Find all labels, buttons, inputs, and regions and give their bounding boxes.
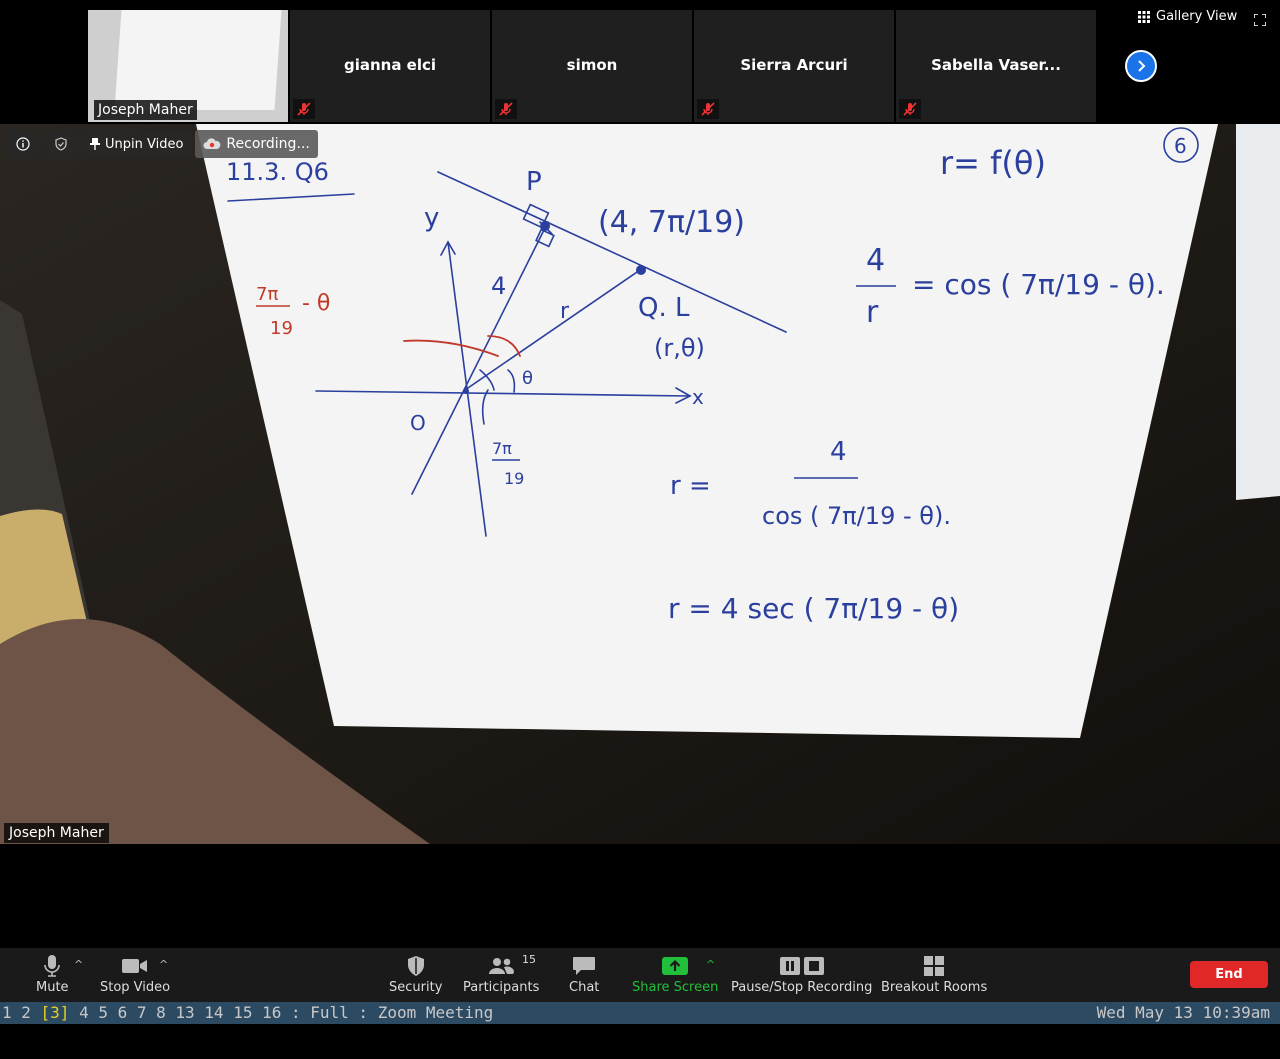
whiteboard-drawing: 11.3. Q6 r= f(θ) 6 P (4, 7π/19) Q. L (r,… — [0, 124, 1280, 844]
mic-muted-icon — [697, 99, 719, 119]
gallery-strip: Joseph Maher gianna elci simon Sierra Ar… — [0, 0, 1280, 124]
clock: Wed May 13 10:39am — [1096, 1003, 1270, 1022]
fullscreen-icon[interactable] — [1253, 11, 1267, 30]
video-tile-sabella[interactable]: Sabella Vaser... — [896, 10, 1096, 122]
gallery-view-label: Gallery View — [1156, 9, 1238, 24]
mute-options-caret[interactable]: ^ — [74, 958, 83, 971]
info-icon — [16, 137, 30, 151]
workspace-list[interactable]: 1 2 [3] 4 5 6 7 8 13 14 15 16 : Full : Z… — [2, 1003, 493, 1022]
wb-eq1-num: 4 — [866, 243, 885, 278]
video-tile-simon[interactable]: simon — [492, 10, 692, 122]
tile-whiteboard-thumbnail — [114, 10, 282, 110]
stop-video-label: Stop Video — [100, 980, 171, 995]
workspaces-before[interactable]: 1 2 — [2, 1003, 41, 1022]
workspace-active[interactable]: [3] — [41, 1003, 70, 1022]
wb-angle-den: 19 — [504, 469, 524, 488]
pause-stop-label: Pause/Stop Recording — [731, 980, 873, 995]
encryption-button[interactable] — [44, 130, 78, 158]
wb-eq3: r = 4 sec ( 7π/19 - θ) — [668, 592, 959, 625]
wb-top-formula: r= f(θ) — [940, 144, 1046, 182]
wb-theta: θ — [522, 368, 533, 389]
tile-name-label: gianna elci — [343, 56, 437, 74]
workspaces-after[interactable]: 4 5 6 7 8 13 14 15 16 : Full : Zoom Meet… — [69, 1003, 493, 1022]
wb-point-p: P — [526, 167, 542, 197]
video-tile-gianna[interactable]: gianna elci — [290, 10, 490, 122]
unpin-video-label: Unpin Video — [105, 136, 184, 152]
participants-count: 15 — [522, 953, 536, 966]
wb-red-num: 7π — [256, 284, 278, 305]
chat-button[interactable]: Chat — [569, 952, 599, 995]
wb-red-suffix: - θ — [302, 291, 330, 316]
next-page-button[interactable] — [1125, 50, 1157, 82]
wb-red-den: 19 — [270, 318, 293, 339]
video-tile-sierra[interactable]: Sierra Arcuri — [694, 10, 894, 122]
recording-indicator[interactable]: Recording... — [195, 130, 318, 158]
wb-eq2-left: r = — [670, 471, 711, 501]
main-video-feed: 11.3. Q6 r= f(θ) 6 P (4, 7π/19) Q. L (r,… — [0, 124, 1280, 844]
wb-eq1-right: = cos ( 7π/19 - θ). — [912, 268, 1165, 301]
wb-angle-num: 7π — [492, 439, 512, 458]
mute-button[interactable]: Mute — [36, 952, 69, 995]
window-manager-statusbar: 1 2 [3] 4 5 6 7 8 13 14 15 16 : Full : Z… — [0, 1002, 1280, 1024]
wb-point-q: Q. L — [638, 293, 690, 323]
security-button[interactable]: Security — [389, 952, 442, 995]
video-tile-joseph[interactable]: Joseph Maher — [88, 10, 288, 122]
end-meeting-button[interactable]: End — [1190, 961, 1268, 988]
wb-point-q-coords: (r,θ) — [654, 334, 705, 362]
share-screen-icon — [662, 957, 689, 975]
wb-point-p-coords: (4, 7π/19) — [598, 205, 745, 240]
chat-bubble-icon — [573, 957, 596, 975]
chat-label: Chat — [569, 980, 600, 995]
grid-icon — [1138, 10, 1150, 23]
security-label: Security — [389, 980, 443, 995]
video-camera-icon — [122, 959, 148, 973]
breakout-rooms-icon — [924, 956, 945, 976]
gallery-view-button[interactable]: Gallery View — [1138, 9, 1237, 24]
meeting-controls-bar: Mute ^ Stop Video ^ Security Participant… — [0, 948, 1280, 1002]
wb-circled-number: 6 — [1174, 134, 1187, 158]
active-speaker-name: Joseph Maher — [4, 823, 109, 843]
mic-muted-icon — [899, 99, 921, 119]
mic-muted-icon — [495, 99, 517, 119]
info-button[interactable] — [6, 130, 40, 158]
tile-name-label: Sierra Arcuri — [740, 56, 848, 74]
recording-label: Recording... — [226, 136, 310, 152]
pin-icon — [90, 138, 100, 150]
wb-title: 11.3. Q6 — [226, 158, 329, 186]
tile-name-label: Joseph Maher — [94, 100, 197, 120]
video-options-caret[interactable]: ^ — [159, 958, 168, 971]
wb-eq2-num: 4 — [830, 437, 847, 467]
video-toolbar: Unpin Video Recording... — [6, 130, 318, 158]
share-screen-label: Share Screen — [632, 980, 719, 995]
participants-icon — [489, 958, 515, 974]
wb-y-axis: y — [424, 203, 439, 233]
mute-label: Mute — [36, 980, 69, 995]
unpin-video-button[interactable]: Unpin Video — [82, 130, 192, 158]
wb-eq1-den: r — [866, 295, 879, 330]
mic-muted-icon — [293, 99, 315, 119]
tile-name-label: Sabella Vaser... — [931, 56, 1061, 74]
wb-origin: O — [410, 411, 426, 435]
participants-label: Participants — [463, 980, 540, 995]
cloud-recording-icon — [203, 138, 221, 149]
side-paper — [1236, 124, 1280, 500]
wb-segment-r: r — [560, 299, 570, 324]
breakout-rooms-button[interactable]: Breakout Rooms — [881, 952, 987, 995]
breakout-rooms-label: Breakout Rooms — [881, 980, 988, 995]
shield-check-icon — [55, 137, 67, 151]
wb-segment-4: 4 — [491, 272, 506, 300]
chevron-right-icon — [1138, 60, 1146, 72]
pause-stop-icon — [779, 957, 824, 975]
wb-eq2-den: cos ( 7π/19 - θ). — [762, 502, 951, 530]
pause-stop-recording-button[interactable]: Pause/Stop Recording — [731, 952, 872, 995]
shield-icon — [407, 956, 424, 976]
microphone-icon — [44, 955, 61, 977]
tile-name-label: simon — [566, 56, 618, 74]
share-options-caret[interactable]: ^ — [706, 958, 715, 971]
wb-x-axis: x — [692, 385, 704, 409]
